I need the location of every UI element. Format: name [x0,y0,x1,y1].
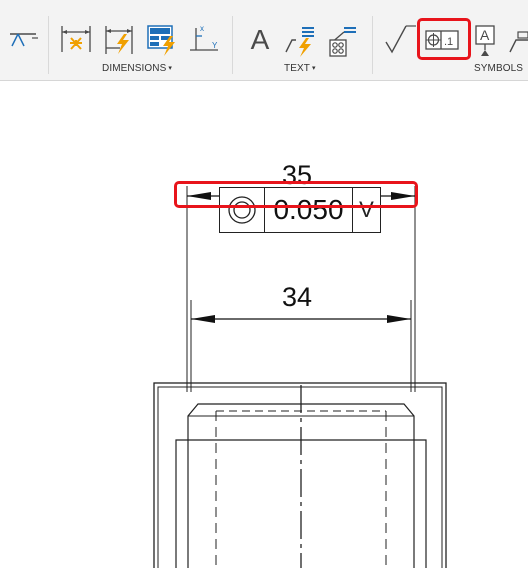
svg-text:x: x [200,24,204,33]
chevron-down-icon: ▾ [168,65,172,72]
text-tool[interactable]: A [242,20,278,60]
weld-symbol-icon [509,31,528,53]
ribbon-separator [48,16,49,74]
leader-text-icon [285,27,314,57]
datum-letter: A [480,27,490,43]
dimension-table-icon [147,25,175,56]
ribbon-separator [232,16,233,74]
text-group-label[interactable]: TEXT ▾ [284,63,316,74]
datum-identifier-tool[interactable]: A [468,20,504,60]
dimension-table-tool[interactable] [144,20,180,60]
linear-dimension-icon [61,26,91,52]
leader-dimension-tool[interactable] [4,20,40,60]
toolbar-ribbon: x Y DIMENSIONS ▾ A TEXT ▾ .1 A SYMBOLS [0,0,528,81]
symbols-group-label[interactable]: SYMBOLS [474,63,523,74]
highlight-fcf-tool [417,18,471,60]
surface-texture-tool[interactable] [382,20,418,60]
baseline-dimension-tool[interactable] [102,20,138,60]
linear-dimension-tool[interactable] [58,20,94,60]
balloon-icon [329,27,356,57]
highlight-dimension-line [174,181,418,208]
ordinate-dimension-icon: x Y [190,24,218,51]
ribbon-separator [372,16,373,74]
arrowhead [387,315,411,323]
weld-symbol-tool[interactable] [506,20,528,60]
ordinate-dimension-tool[interactable]: x Y [186,20,222,60]
balloon-text-tool[interactable] [324,20,360,60]
dimensions-group-label[interactable]: DIMENSIONS ▾ [102,63,172,74]
chevron-down-icon: ▾ [311,65,316,72]
svg-text:Y: Y [212,41,218,50]
arrowhead [191,315,215,323]
drawing-canvas[interactable] [0,81,528,568]
surface-texture-icon [385,25,416,54]
dimension-value-34[interactable]: 34 [282,282,312,313]
text-icon: A [250,24,270,55]
leader-text-tool[interactable] [282,20,318,60]
part-inner-outline [157,386,443,568]
leader-dimension-icon [10,33,38,47]
datum-identifier-icon: A [475,25,495,56]
baseline-dimension-icon [105,26,133,54]
